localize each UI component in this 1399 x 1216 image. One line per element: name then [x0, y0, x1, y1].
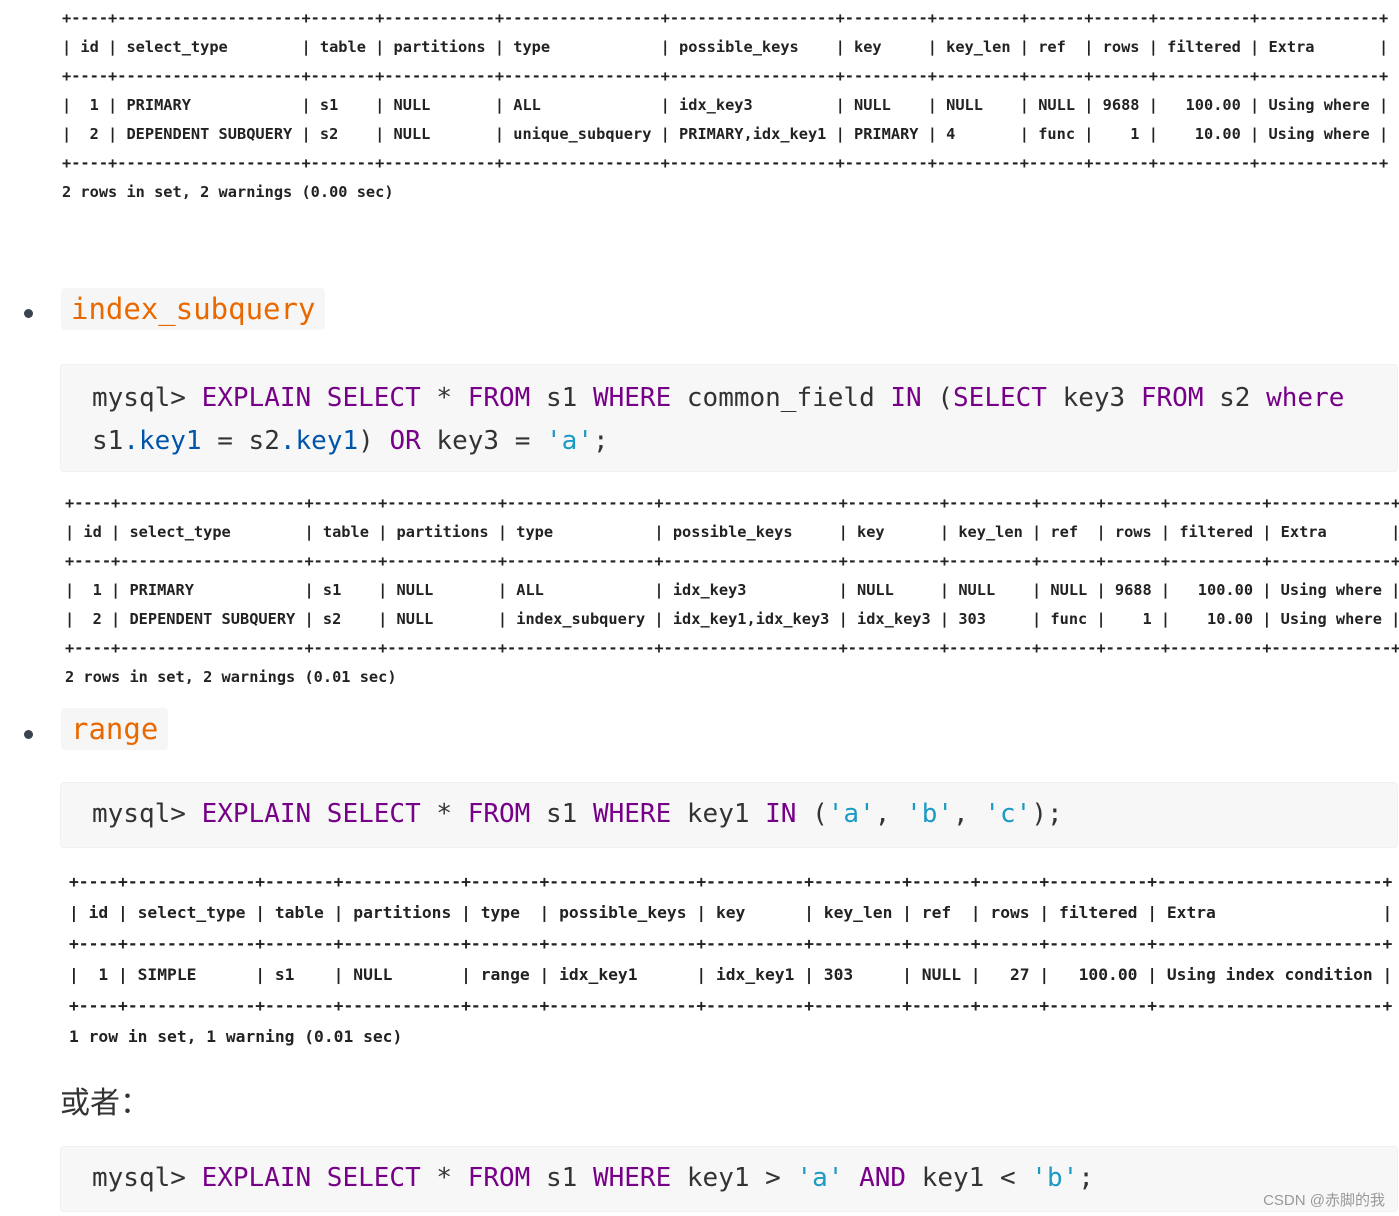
- result-summary: 2 rows in set, 2 warnings (0.00 sec): [62, 183, 394, 201]
- code-token: WHERE: [592, 799, 672, 829]
- code-token: 'a': [546, 426, 593, 456]
- code-token: s1: [92, 426, 124, 456]
- explain-result-table-unique-subquery: +----+--------------------+-------+-----…: [62, 4, 1388, 207]
- code-token: key3: [1046, 383, 1141, 413]
- table-border: +----+--------------------+-------+-----…: [62, 154, 1389, 172]
- bullet-icon: [24, 730, 33, 739]
- code-token: s1: [530, 799, 593, 829]
- code-token: ,: [874, 799, 907, 829]
- code-token: key3 =: [420, 426, 547, 456]
- code-token: mysql>: [92, 799, 202, 829]
- explain-result-table-index-subquery: +----+--------------------+-------+-----…: [65, 489, 1399, 692]
- explain-result-table-range: +----+-------------+-------+------------…: [69, 866, 1392, 1052]
- code-token: *: [420, 799, 468, 829]
- table-border: +----+-------------+-------+------------…: [69, 996, 1393, 1015]
- code-token: common_field: [671, 383, 891, 413]
- table-row: | id | select_type | table | partitions …: [65, 523, 1399, 541]
- code-token: ;: [1078, 1163, 1094, 1193]
- table-row: | 1 | SIMPLE | s1 | NULL | range | idx_k…: [69, 965, 1393, 984]
- table-border: +----+--------------------+-------+-----…: [62, 9, 1389, 27]
- code-line: mysql> EXPLAIN SELECT * FROM s1 WHERE co…: [92, 377, 1397, 420]
- code-token: OR: [389, 426, 421, 456]
- code-token: FROM: [467, 383, 531, 413]
- code-token: 'b': [1031, 1163, 1079, 1193]
- table-border: +----+-------------+-------+------------…: [69, 934, 1393, 953]
- code-token: *: [420, 1163, 468, 1193]
- table-border: +----+--------------------+-------+-----…: [62, 67, 1389, 85]
- table-border: +----+--------------------+-------+-----…: [65, 639, 1399, 657]
- code-line: mysql> EXPLAIN SELECT * FROM s1 WHERE ke…: [92, 793, 1397, 836]
- table-border: +----+--------------------+-------+-----…: [65, 552, 1399, 570]
- code-token: EXPLAIN SELECT: [201, 1163, 421, 1193]
- table-row: | id | select_type | table | partitions …: [62, 38, 1389, 56]
- code-token: where: [1266, 383, 1345, 413]
- code-token: s1: [530, 1163, 593, 1193]
- code-token: EXPLAIN SELECT: [201, 799, 421, 829]
- code-token: SELECT: [953, 383, 1047, 413]
- code-token: 'c': [984, 799, 1032, 829]
- code-token: .key1: [279, 426, 359, 456]
- watermark: CSDN @赤脚的我: [1263, 1192, 1385, 1209]
- code-line: mysql> EXPLAIN SELECT * FROM s1 WHERE ke…: [92, 1157, 1397, 1200]
- table-border: +----+-------------+-------+------------…: [69, 872, 1393, 891]
- code-block-range-in: mysql> EXPLAIN SELECT * FROM s1 WHERE ke…: [60, 782, 1398, 848]
- table-row: | 1 | PRIMARY | s1 | NULL | ALL | idx_ke…: [62, 96, 1389, 114]
- bullet-icon: [24, 309, 33, 318]
- table-border: +----+--------------------+-------+-----…: [65, 494, 1399, 512]
- code-token: .key1: [123, 426, 202, 456]
- code-token: ): [358, 426, 390, 456]
- code-block-range-compare: mysql> EXPLAIN SELECT * FROM s1 WHERE ke…: [60, 1146, 1398, 1212]
- result-summary: 1 row in set, 1 warning (0.01 sec): [69, 1027, 403, 1046]
- inline-code-index-subquery: index_subquery: [61, 288, 326, 330]
- code-token: IN: [890, 383, 922, 413]
- paragraph-or: 或者：: [60, 1086, 150, 1121]
- code-token: FROM: [1140, 383, 1204, 413]
- code-token: AND: [859, 1163, 907, 1193]
- code-token: ;: [592, 426, 609, 456]
- code-token: key1 <: [906, 1163, 1032, 1193]
- code-token: (: [921, 383, 954, 413]
- code-line: s1.key1 = s2.key1) OR key3 = 'a';: [92, 420, 1397, 463]
- code-token: mysql>: [92, 1163, 202, 1193]
- table-row: | id | select_type | table | partitions …: [69, 903, 1393, 922]
- code-token: s1: [530, 383, 593, 413]
- code-token: FROM: [467, 1163, 531, 1193]
- code-block-index-subquery: mysql> EXPLAIN SELECT * FROM s1 WHERE co…: [60, 364, 1398, 472]
- code-token: *: [420, 383, 468, 413]
- table-row: | 2 | DEPENDENT SUBQUERY | s2 | NULL | i…: [65, 610, 1399, 628]
- code-token: WHERE: [592, 1163, 672, 1193]
- code-token: 'a': [796, 1163, 844, 1193]
- code-token: = s2: [201, 426, 280, 456]
- result-summary: 2 rows in set, 2 warnings (0.01 sec): [65, 668, 397, 686]
- code-token: 'b': [906, 799, 954, 829]
- code-token: EXPLAIN SELECT: [201, 383, 421, 413]
- table-row: | 1 | PRIMARY | s1 | NULL | ALL | idx_ke…: [65, 581, 1399, 599]
- code-token: IN: [765, 799, 797, 829]
- code-token: (: [796, 799, 828, 829]
- table-row: | 2 | DEPENDENT SUBQUERY | s2 | NULL | u…: [62, 125, 1389, 143]
- inline-code-range: range: [61, 708, 169, 750]
- code-token: mysql>: [92, 383, 202, 413]
- code-token: ,: [953, 799, 985, 829]
- code-token: FROM: [467, 799, 531, 829]
- code-token: 'a': [827, 799, 875, 829]
- code-token: s2: [1203, 383, 1267, 413]
- code-token: key1: [671, 799, 766, 829]
- code-token: key1 >: [671, 1163, 797, 1193]
- code-token: WHERE: [592, 383, 672, 413]
- code-token: );: [1031, 799, 1063, 829]
